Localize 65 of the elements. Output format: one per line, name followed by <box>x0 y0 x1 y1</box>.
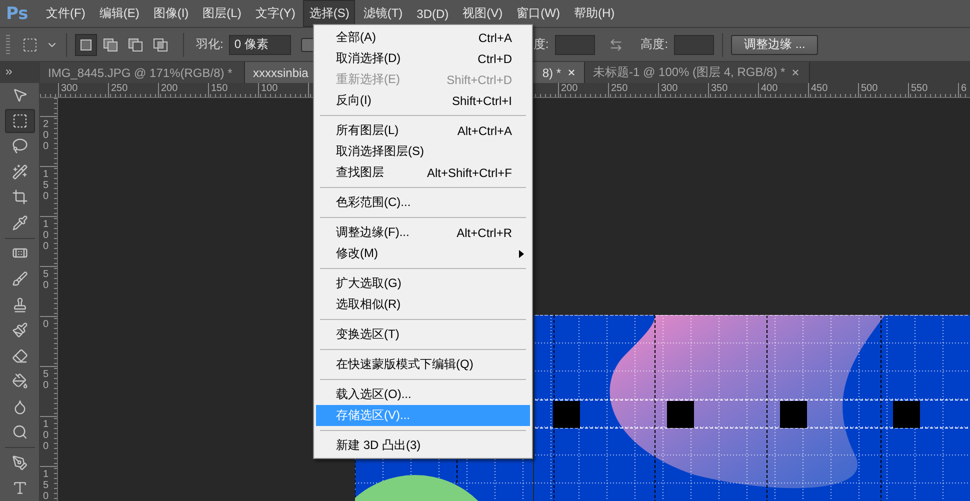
ruler-label: 200 <box>558 83 608 97</box>
swap-icon[interactable] <box>608 38 623 52</box>
ruler-label: 50 <box>43 269 50 291</box>
menu-item[interactable]: 载入选区(O)... <box>316 384 530 405</box>
ruler-label: 350 <box>708 83 758 97</box>
width-field[interactable] <box>554 34 595 54</box>
menu-title[interactable]: 文件(F) <box>40 0 92 27</box>
ruler-label: 300 <box>658 83 708 97</box>
menu-item[interactable]: 取消选择(D) Ctrl+D <box>316 48 530 69</box>
ruler-label: 300 <box>58 83 108 97</box>
menu-item[interactable]: 修改(M) <box>316 243 530 264</box>
ruler-label: 500 <box>858 83 908 97</box>
menu-title[interactable]: 滤镜(T) <box>357 0 409 27</box>
ruler-label: 150 <box>43 169 50 202</box>
menu-item[interactable]: 调整边缘(F)... Alt+Ctrl+R <box>316 222 530 243</box>
menu-title[interactable]: 视图(V) <box>456 0 509 27</box>
ruler-label: 150 <box>208 83 258 97</box>
menu-title[interactable]: 图像(I) <box>147 0 195 27</box>
feather-field[interactable]: 0 像素 <box>229 34 292 54</box>
height-field[interactable] <box>674 34 714 54</box>
collapse-icon[interactable] <box>4 67 14 78</box>
submenu-arrow-icon <box>519 250 524 258</box>
ruler-label: 250 <box>108 83 158 97</box>
ruler-label: 400 <box>758 83 808 97</box>
dashed-rectangle-icon[interactable] <box>4 109 34 133</box>
menu-item[interactable]: 变换选区(T) <box>316 324 530 345</box>
new-selection-icon[interactable] <box>75 34 97 56</box>
menu-title[interactable]: 窗口(W) <box>510 0 566 27</box>
feather-label: 羽化: <box>196 36 224 53</box>
ruler-label: 550 <box>908 83 958 97</box>
ruler-label: 150 <box>43 469 50 501</box>
menu-item[interactable]: 新建 3D 凸出(3) <box>316 435 530 456</box>
close-icon[interactable] <box>791 68 800 77</box>
ruler-label: 450 <box>808 83 858 97</box>
height-label: 高度: <box>640 36 668 53</box>
ruler-label: 50 <box>43 369 50 391</box>
ruler-label: 200 <box>43 119 50 152</box>
menu-item[interactable]: 反向(I) Shift+Ctrl+I <box>316 90 530 111</box>
document-tab[interactable]: IMG_8445.JPG @ 171%(RGB/8) * <box>40 62 245 83</box>
width-label: 度: <box>533 36 549 53</box>
ruler-label: 100 <box>43 219 50 252</box>
menu-title[interactable]: 选择(S) <box>303 0 356 27</box>
app-logo: Ps <box>6 4 30 24</box>
menu-item[interactable]: 所有图层(L) Alt+Ctrl+A <box>316 120 530 141</box>
menu-item[interactable]: 取消选择图层(S) <box>316 141 530 162</box>
ruler-label: 100 <box>258 83 308 97</box>
menu-item[interactable]: 扩大选取(G) <box>316 273 530 294</box>
menu-title[interactable]: 3D(D) <box>410 2 455 26</box>
menu-item[interactable]: 全部(A) Ctrl+A <box>316 27 530 48</box>
menu-item[interactable]: 查找图层 Alt+Shift+Ctrl+F <box>316 162 530 183</box>
menu-title[interactable]: 编辑(E) <box>93 0 146 27</box>
ruler-label: 6 <box>958 83 970 97</box>
menu-item[interactable]: 在快速蒙版模式下编辑(Q) <box>316 354 530 375</box>
ruler-label: 250 <box>608 83 658 97</box>
dashed-rectangle-icon[interactable] <box>22 36 38 52</box>
ruler-label: 0 <box>43 319 50 330</box>
menu-title[interactable]: 文字(Y) <box>249 0 302 27</box>
menu-title[interactable]: 图层(L) <box>196 0 248 27</box>
ruler-label: 200 <box>158 83 208 97</box>
menu-item[interactable]: 色彩范围(C)... <box>316 192 530 213</box>
menu-item[interactable]: 选取相似(R) <box>316 294 530 315</box>
ruler-label: 100 <box>43 419 50 452</box>
refine-edge-button[interactable]: 调整边缘 ... <box>731 34 818 54</box>
menu-title[interactable]: 帮助(H) <box>568 0 621 27</box>
document-tab[interactable]: 未标题-1 @ 100% (图层 4, RGB/8) * <box>585 62 810 83</box>
